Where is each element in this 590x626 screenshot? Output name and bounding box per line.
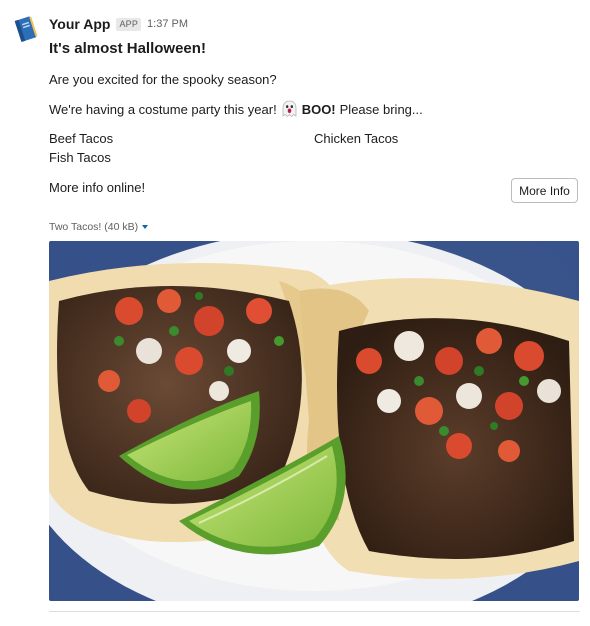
boo-text: BOO! [301, 101, 336, 117]
message-title: It's almost Halloween! [49, 40, 206, 57]
message: Your App APP 1:37 PM It's almost Hallowe… [0, 0, 590, 626]
field-item: Beef Tacos [49, 131, 114, 146]
divider [49, 611, 580, 612]
tacos-image[interactable] [49, 241, 579, 601]
more-info-button[interactable]: More Info [511, 178, 578, 203]
timestamp[interactable]: 1:37 PM [147, 18, 188, 30]
app-name[interactable]: Your App [49, 16, 110, 32]
app-avatar-icon[interactable] [12, 14, 40, 46]
message-header: Your App APP 1:37 PM [49, 15, 188, 33]
ghost-emoji-icon [281, 100, 298, 118]
more-info-text: More info online! [49, 180, 146, 195]
app-badge: APP [116, 17, 142, 31]
field-item: Fish Tacos [49, 150, 111, 165]
field-item: Chicken Tacos [314, 131, 399, 146]
caret-down-icon[interactable] [142, 225, 149, 229]
attachment-toggle[interactable]: Two Tacos! (40 kB) [49, 221, 149, 233]
attachment-label[interactable]: Two Tacos! (40 kB) [49, 221, 138, 233]
message-line-2-text: We're having a costume party this year! [49, 101, 277, 117]
message-line-1: Are you excited for the spooky season? [49, 72, 277, 87]
message-line-2-end: Please bring... [339, 101, 423, 117]
message-line-2: We're having a costume party this year! … [49, 100, 423, 118]
